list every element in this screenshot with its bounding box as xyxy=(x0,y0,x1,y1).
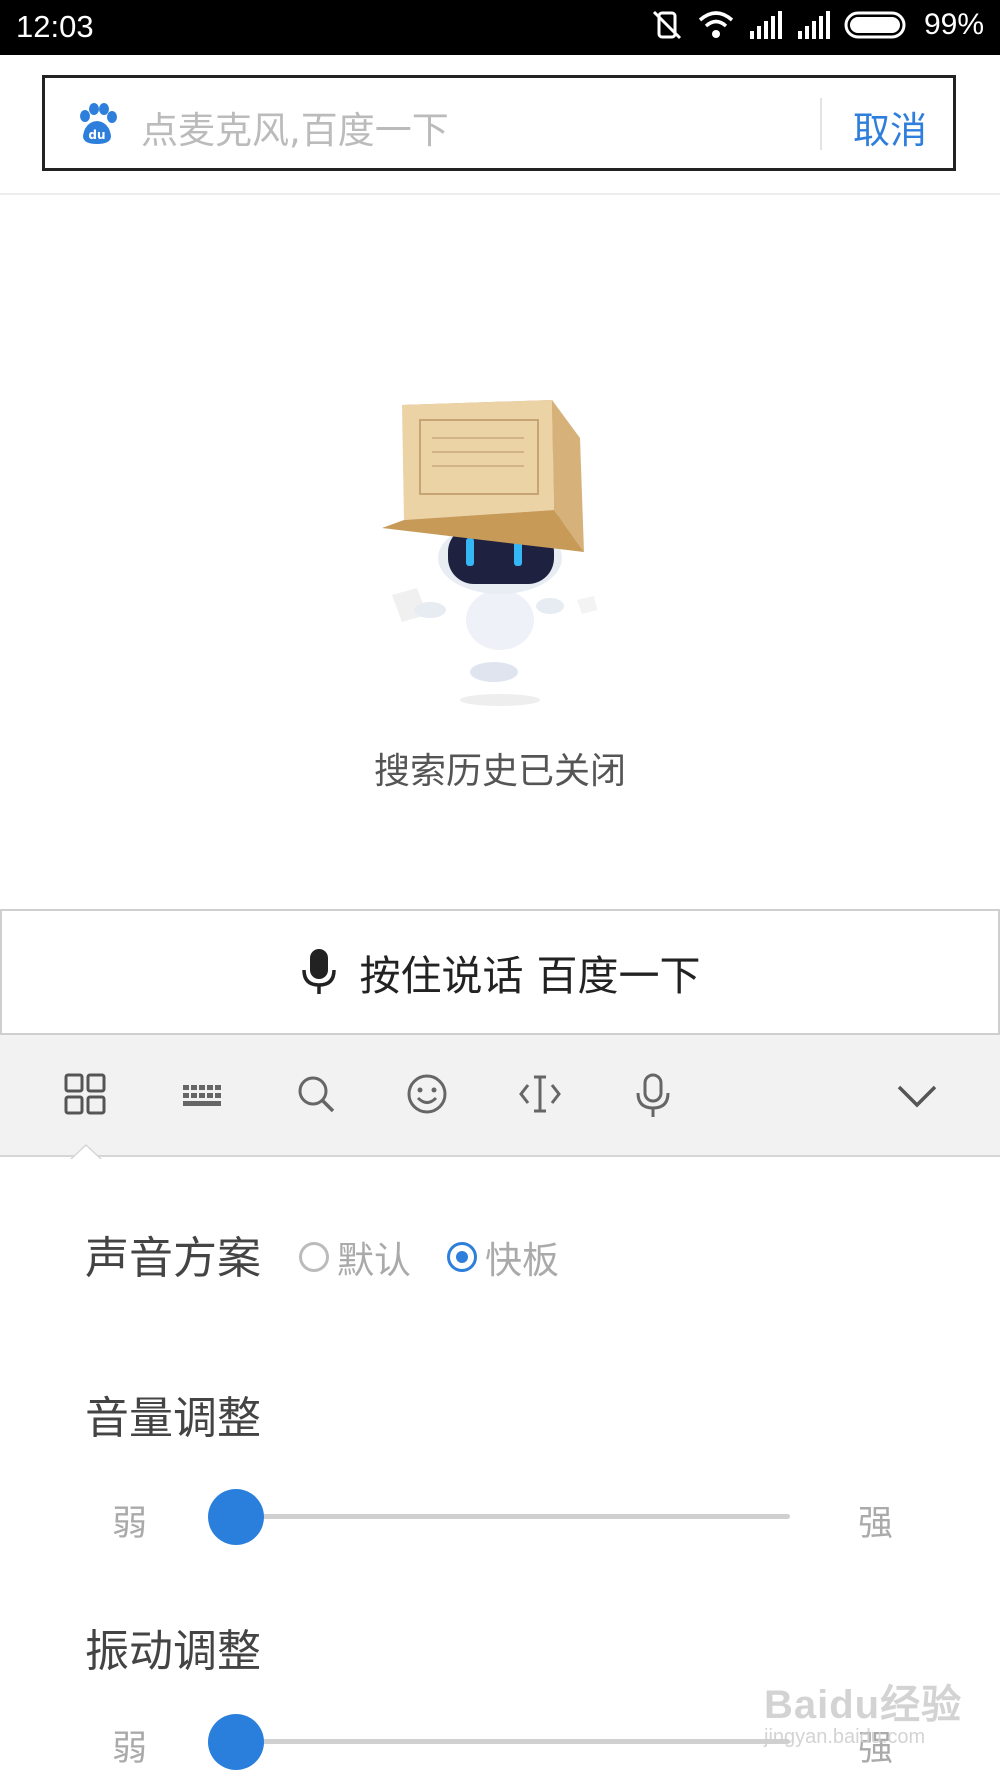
cancel-button[interactable]: 取消 xyxy=(853,100,927,154)
search-bar[interactable]: du 点麦克风,百度一下 取消 xyxy=(42,75,956,171)
battery-percent: 99% xyxy=(923,8,984,41)
watermark-brand: Baidu经验 xyxy=(764,1683,963,1727)
radio-kuaiban-label: 快板 xyxy=(485,1239,559,1282)
wifi-icon xyxy=(698,11,734,38)
svg-text:du: du xyxy=(88,128,105,142)
robot-box-illustration xyxy=(382,400,597,706)
volume-slider-thumb[interactable] xyxy=(208,1489,264,1545)
volume-max-label: 强 xyxy=(858,1504,894,1544)
emoji-icon[interactable] xyxy=(406,1073,448,1115)
radio-default[interactable]: 默认 xyxy=(299,1230,411,1284)
status-icons: 99% xyxy=(650,8,984,42)
volume-title: 音量调整 xyxy=(85,1393,261,1444)
search-icon[interactable] xyxy=(295,1073,337,1115)
chevron-down-icon[interactable] xyxy=(896,1083,938,1109)
mute-vibrate-icon xyxy=(652,10,682,40)
status-time: 12:03 xyxy=(16,9,94,44)
radio-kuaiban[interactable]: 快板 xyxy=(447,1230,559,1284)
radio-default-circle[interactable] xyxy=(299,1242,329,1272)
microphone-icon[interactable] xyxy=(633,1073,673,1119)
history-closed-message: 搜索历史已关闭 xyxy=(373,751,626,792)
status-bar: 12:03 99% xyxy=(0,0,1000,55)
press-to-talk-button[interactable]: 按住说话 百度一下 xyxy=(0,909,1000,1035)
radio-default-label: 默认 xyxy=(337,1239,411,1282)
cursor-move-icon[interactable] xyxy=(518,1073,562,1115)
grid-icon[interactable] xyxy=(64,1073,106,1115)
baidu-paw-icon: du xyxy=(80,103,117,144)
watermark: Baidu经验 jingyan.baidu.com xyxy=(764,1672,962,1749)
vibration-slider-track[interactable] xyxy=(235,1739,790,1744)
volume-slider-track[interactable] xyxy=(235,1514,790,1519)
active-tab-caret xyxy=(72,1146,100,1159)
search-input[interactable]: 点麦克风,百度一下 xyxy=(141,100,449,154)
vibration-slider-thumb[interactable] xyxy=(208,1714,264,1770)
keyboard-toolbar xyxy=(0,1035,1000,1157)
radio-kuaiban-circle[interactable] xyxy=(447,1242,477,1272)
search-divider xyxy=(820,98,822,150)
volume-min-label: 弱 xyxy=(112,1504,148,1544)
vibration-min-label: 弱 xyxy=(112,1729,148,1769)
vibration-title: 振动调整 xyxy=(85,1626,261,1677)
battery-icon xyxy=(844,11,906,39)
press-to-talk-label: 按住说话 百度一下 xyxy=(359,952,701,1000)
signal-icon xyxy=(749,11,782,39)
mic-icon xyxy=(302,949,337,994)
signal-icon-2 xyxy=(797,11,830,39)
sound-scheme-title: 声音方案 xyxy=(85,1233,261,1284)
header-divider xyxy=(0,193,1000,195)
keyboard-icon[interactable] xyxy=(182,1083,222,1109)
